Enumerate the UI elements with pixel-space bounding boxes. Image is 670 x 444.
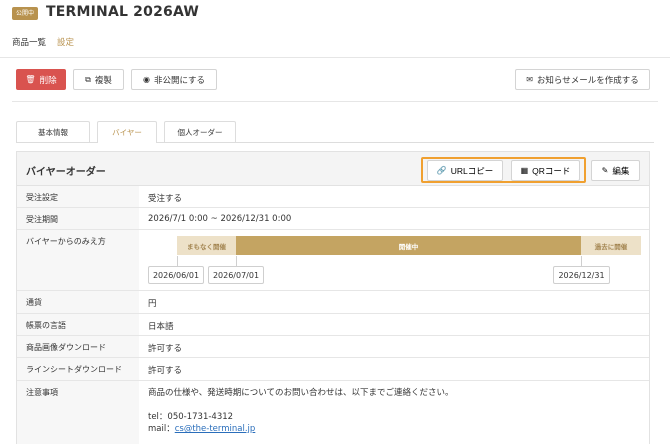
url-copy-button[interactable]: 🔗 URLコピー	[427, 160, 503, 181]
row-key: 受注設定	[17, 186, 139, 207]
delete-button-label: 削除	[39, 74, 57, 85]
row-document-language: 帳票の言語 日本語	[17, 314, 649, 336]
notes-mail: mail：cs@the-terminal.jp	[148, 423, 454, 435]
timeline-past: 過去に開催	[581, 236, 641, 255]
row-linesheet-download: ラインシートダウンロード 許可する	[17, 358, 649, 381]
row-value: 受注する	[148, 194, 183, 204]
delete-button[interactable]: 🗑 削除	[16, 69, 66, 90]
create-notice-mail-button[interactable]: ✉ お知らせメールを作成する	[515, 69, 650, 90]
row-key: ラインシートダウンロード	[17, 358, 139, 380]
tab-buyer[interactable]: バイヤー	[97, 121, 157, 143]
timeline-upcoming: まもなく開催	[177, 236, 236, 255]
row-value: 許可する	[148, 366, 183, 376]
row-key: バイヤーからのみえ方	[17, 230, 139, 290]
unpublish-button-label: 非公開にする	[153, 74, 206, 85]
notes-mail-prefix: mail：	[148, 424, 175, 434]
row-key: 受注期間	[17, 208, 139, 229]
create-notice-mail-label: お知らせメールを作成する	[536, 74, 639, 85]
row-key: 注意事項	[17, 381, 139, 444]
mail-link[interactable]: cs@the-terminal.jp	[175, 424, 256, 434]
timeline-tick	[581, 256, 582, 266]
row-value: 許可する	[148, 344, 183, 354]
panel-header: バイヤーオーダー 🔗 URLコピー ▦ QRコード ✎ 編集	[17, 152, 649, 186]
row-notes: 注意事項 商品の仕様や、発送時期についてのお問い合わせは、以下までご連絡ください…	[17, 381, 649, 444]
trash-icon: 🗑	[25, 74, 36, 84]
link-icon: 🔗	[436, 165, 447, 175]
nav-divider	[0, 57, 670, 58]
notes-spacer	[148, 399, 454, 411]
toolbar-divider	[12, 101, 658, 102]
timeline-date-tag: 2026/12/31	[553, 266, 610, 284]
status-badge: 公開中	[12, 7, 39, 20]
unpublish-button[interactable]: ◉ 非公開にする	[131, 69, 217, 90]
nav-item-settings[interactable]: 設定	[57, 36, 74, 56]
edit-button-label: 編集	[612, 165, 630, 176]
timeline-tick	[236, 256, 237, 266]
timeline-ongoing: 開催中	[236, 236, 581, 255]
tab-personal-order[interactable]: 個人オーダー	[164, 121, 236, 142]
copy-icon: ⧉	[85, 74, 91, 84]
qr-code-label: QRコード	[532, 165, 571, 176]
row-order-period: 受注期間 2026/7/1 0:00 ~ 2026/12/31 0:00	[17, 208, 649, 230]
timeline-date-tag: 2026/06/01	[148, 266, 204, 284]
row-value: 日本語	[148, 322, 174, 332]
nav-item-products[interactable]: 商品一覧	[12, 36, 46, 56]
timeline-date-tag: 2026/07/01	[208, 266, 264, 284]
panel-title: バイヤーオーダー	[26, 167, 106, 178]
buyer-order-panel: バイヤーオーダー 🔗 URLコピー ▦ QRコード ✎ 編集 受注設定 受注する…	[16, 151, 650, 444]
notes-content: 商品の仕様や、発送時期についてのお問い合わせは、以下までご連絡ください。 tel…	[148, 387, 454, 435]
sub-navigation: 商品一覧 設定	[12, 36, 74, 56]
qr-code-icon: ▦	[520, 165, 529, 175]
row-image-download: 商品画像ダウンロード 許可する	[17, 336, 649, 358]
row-key: 帳票の言語	[17, 314, 139, 335]
eye-slash-icon: ◉	[142, 74, 150, 84]
mail-icon: ✉	[526, 74, 533, 84]
row-order-setting: 受注設定 受注する	[17, 186, 649, 208]
row-key: 通貨	[17, 291, 139, 313]
duplicate-button-label: 複製	[94, 74, 112, 85]
notes-line: 商品の仕様や、発送時期についてのお問い合わせは、以下までご連絡ください。	[148, 388, 454, 398]
page-title: TERMINAL 2026AW	[46, 4, 199, 20]
notes-tel: tel：050-1731-4312	[148, 412, 234, 422]
qr-code-button[interactable]: ▦ QRコード	[511, 160, 580, 181]
row-currency: 通貨 円	[17, 291, 649, 314]
edit-button[interactable]: ✎ 編集	[591, 160, 640, 181]
row-value: 2026/7/1 0:00 ~ 2026/12/31 0:00	[148, 214, 292, 224]
duplicate-button[interactable]: ⧉ 複製	[73, 69, 124, 90]
row-key: 商品画像ダウンロード	[17, 336, 139, 357]
timeline-tick	[177, 256, 178, 266]
row-value: 円	[148, 299, 157, 309]
url-copy-label: URLコピー	[450, 165, 494, 176]
tab-basic-info[interactable]: 基本情報	[16, 121, 90, 142]
edit-icon: ✎	[601, 165, 609, 175]
